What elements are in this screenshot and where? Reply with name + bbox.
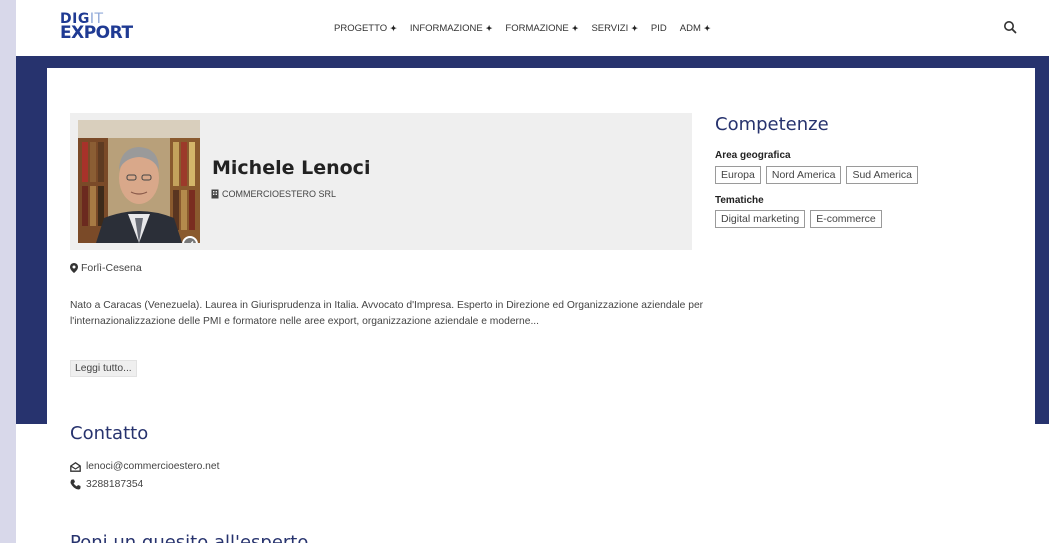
- page: DIGIT EXPORT PROGETTO ✦ INFORMAZIONE ✦ F…: [16, 0, 1049, 543]
- location-text: Forlì-Cesena: [81, 262, 142, 274]
- competenze-title: Competenze: [715, 114, 829, 135]
- area-geografica-label: Area geografica: [715, 150, 791, 161]
- profile-photo: [78, 120, 200, 243]
- dropdown-icon: ✦: [390, 24, 397, 33]
- nav-item-pid[interactable]: PID: [651, 23, 667, 34]
- location: Forlì-Cesena: [70, 262, 142, 274]
- company-name: COMMERCIOESTERO SRL: [222, 189, 337, 199]
- contact-phone[interactable]: 3288187354: [70, 479, 143, 490]
- tag-sud-america[interactable]: Sud America: [846, 166, 918, 184]
- nav-item-servizi[interactable]: SERVIZI ✦: [591, 23, 637, 34]
- map-pin-icon: [70, 263, 78, 273]
- tematiche-tags: Digital marketing E-commerce: [715, 210, 882, 228]
- nav-item-adm[interactable]: ADM ✦: [680, 23, 711, 34]
- search-icon[interactable]: [1003, 20, 1017, 34]
- contact-title: Contatto: [70, 423, 149, 444]
- bio-text: Nato a Caracas (Venezuela). Laurea in Gi…: [70, 300, 704, 327]
- building-icon: [211, 189, 219, 199]
- dropdown-icon: ✦: [485, 24, 493, 33]
- profile-header: Michele Lenoci COMMERCIOESTERO SRL: [70, 113, 692, 250]
- phone-text: 3288187354: [86, 479, 144, 490]
- nav-label: PID: [650, 23, 667, 34]
- nav-label: PROGETTO: [334, 23, 388, 34]
- question-title: Poni un quesito all'esperto: [70, 532, 309, 543]
- site-header: DIGIT EXPORT PROGETTO ✦ INFORMAZIONE ✦ F…: [16, 0, 1049, 56]
- nav-item-formazione[interactable]: FORMAZIONE ✦: [505, 23, 578, 34]
- dropdown-icon: ✦: [631, 24, 638, 33]
- tag-e-commerce[interactable]: E-commerce: [810, 210, 882, 228]
- tag-nord-america[interactable]: Nord America: [765, 166, 842, 184]
- envelope-icon: [70, 461, 81, 472]
- read-more-button[interactable]: Leggi tutto...: [70, 360, 137, 377]
- dropdown-icon: ✦: [571, 24, 579, 33]
- contact-email[interactable]: lenoci@commercioestero.net: [70, 461, 220, 472]
- expert-name: Michele Lenoci: [212, 157, 371, 179]
- nav-label: SERVIZI: [591, 23, 629, 34]
- nav-item-progetto[interactable]: PROGETTO ✦: [334, 23, 397, 34]
- area-geografica-tags: Europa Nord America Sud America: [715, 166, 918, 184]
- phone-icon: [70, 479, 81, 490]
- nav-item-informazione[interactable]: INFORMAZIONE ✦: [410, 23, 493, 34]
- main-nav: PROGETTO ✦ INFORMAZIONE ✦ FORMAZIONE ✦ S…: [334, 23, 711, 34]
- logo[interactable]: DIGIT EXPORT: [60, 12, 133, 42]
- email-text: lenoci@commercioestero.net: [86, 461, 220, 472]
- tag-digital-marketing[interactable]: Digital marketing: [715, 210, 806, 228]
- nav-label: FORMAZIONE: [505, 23, 569, 34]
- nav-label: ADM: [679, 23, 701, 34]
- nav-label: INFORMAZIONE: [409, 23, 483, 34]
- tag-europa[interactable]: Europa: [715, 166, 761, 184]
- logo-text-export: EXPORT: [60, 23, 133, 43]
- tematiche-label: Tematiche: [715, 195, 764, 206]
- company-line[interactable]: COMMERCIOESTERO SRL: [211, 189, 336, 199]
- dropdown-icon: ✦: [703, 24, 711, 33]
